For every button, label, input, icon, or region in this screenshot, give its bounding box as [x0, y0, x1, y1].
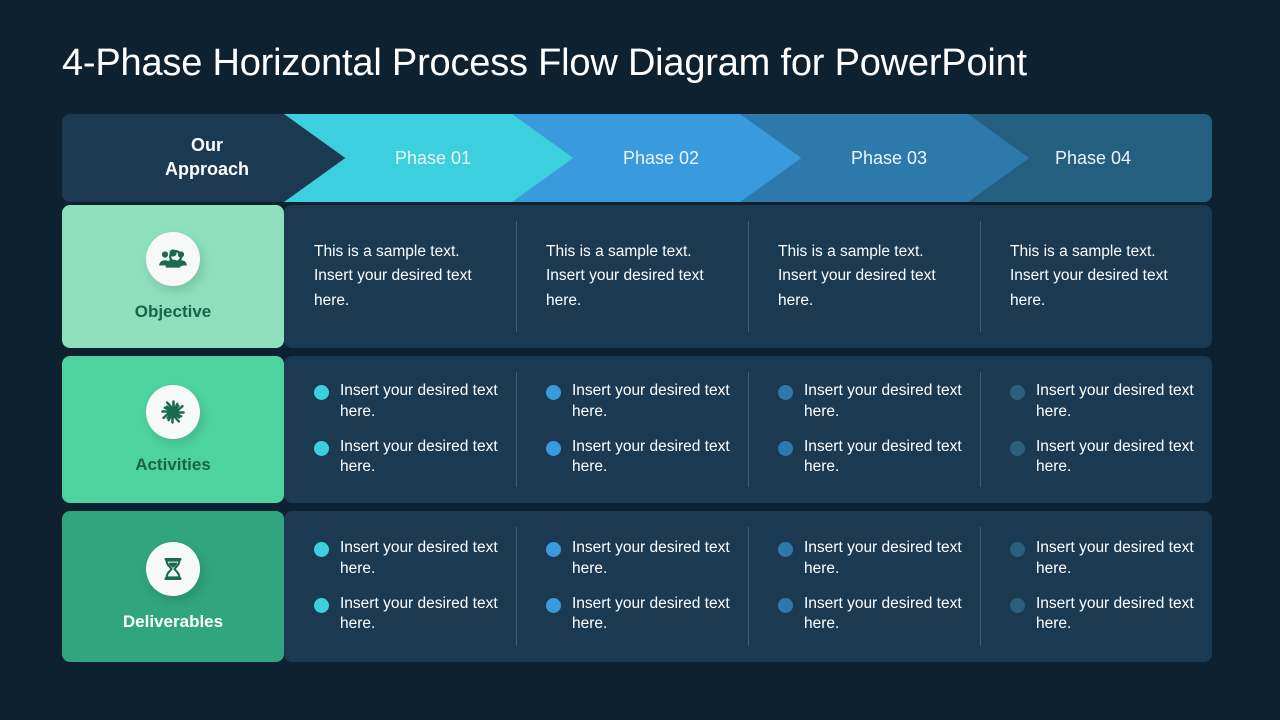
bullet-dot — [1010, 440, 1025, 456]
bullet-dot — [1010, 542, 1025, 558]
our-approach-line-2: Approach — [164, 159, 249, 179]
cell-text: This is a sample text. Insert your desir… — [546, 243, 704, 309]
category-label-objective: Objective — [134, 301, 212, 321]
list-item: Insert your desired text here. — [1010, 437, 1194, 478]
bullet-dot — [314, 385, 329, 401]
phase-label-2: Phase 02 — [622, 147, 700, 168]
cell-objective-phase-3: This is a sample text. Insert your desir… — [748, 205, 980, 348]
list-item: Insert your desired text here. — [546, 437, 730, 478]
phase-label-3: Phase 03 — [850, 147, 928, 168]
bullet-dot — [1010, 385, 1025, 401]
cell-activities-phase-2: Insert your desired text here. Insert yo… — [516, 356, 748, 503]
category-label-deliverables: Deliverables — [122, 611, 224, 631]
list-item: Insert your desired text here. — [1010, 538, 1194, 579]
content-panel-objective: This is a sample text. Insert your desir… — [284, 205, 1212, 348]
cell-text: This is a sample text. Insert your desir… — [314, 243, 472, 309]
bullet-dot — [546, 440, 561, 456]
bullet-dot — [778, 597, 793, 613]
list-item: Insert your desired text here. — [1010, 381, 1194, 422]
bullet-dot — [778, 440, 793, 456]
cell-deliverables-phase-3: Insert your desired text here. Insert yo… — [748, 511, 980, 662]
bullet-dot — [546, 597, 561, 613]
bullet-dot — [778, 542, 793, 558]
phase-label-1: Phase 01 — [394, 147, 472, 168]
cell-activities-phase-1: Insert your desired text here. Insert yo… — [284, 356, 516, 503]
content-panel-deliverables: Insert your desired text here. Insert yo… — [284, 511, 1212, 662]
list-item: Insert your desired text here. — [778, 381, 962, 422]
phase-label-4: Phase 04 — [1054, 147, 1132, 168]
bullet-text: Insert your desired text here. — [340, 539, 498, 577]
bullet-dot — [314, 440, 329, 456]
bullet-text: Insert your desired text here. — [340, 382, 498, 420]
our-approach-label: Our Approach — [165, 134, 249, 182]
list-item: Insert your desired text here. — [546, 381, 730, 422]
bullet-dot — [546, 385, 561, 401]
cell-deliverables-phase-1: Insert your desired text here. Insert yo… — [284, 511, 516, 662]
bullet-text: Insert your desired text here. — [340, 437, 498, 476]
list-item: Insert your desired text here. — [778, 594, 962, 635]
our-approach-line-1: Our — [190, 135, 223, 156]
category-label-activities: Activities — [135, 454, 211, 474]
category-tile-deliverables[interactable]: Deliverables — [62, 511, 284, 662]
audience-research-icon — [146, 231, 200, 286]
bullet-text: Insert your desired text here. — [572, 437, 730, 476]
bullet-text: Insert your desired text here. — [572, 539, 730, 577]
list-item: Insert your desired text here. — [546, 538, 730, 579]
row-deliverables: Deliverables Insert your desired text he… — [62, 511, 1212, 662]
cell-activities-phase-4: Insert your desired text here. Insert yo… — [980, 356, 1212, 503]
bullet-dot — [778, 385, 793, 401]
bullet-text: Insert your desired text here. — [340, 594, 498, 633]
bullet-dot — [314, 542, 329, 558]
list-item: Insert your desired text here. — [546, 594, 730, 635]
bullet-dot — [314, 597, 329, 613]
bullet-text: Insert your desired text here. — [804, 382, 962, 420]
category-tile-activities[interactable]: Activities — [62, 356, 284, 503]
cell-text: This is a sample text. Insert your desir… — [1010, 243, 1168, 309]
list-item: Insert your desired text here. — [314, 381, 498, 422]
row-activities: Activities Insert your desired text here… — [62, 356, 1212, 503]
bullet-text: Insert your desired text here. — [1036, 539, 1194, 577]
cell-objective-phase-2: This is a sample text. Insert your desir… — [516, 205, 748, 348]
phase-header-strip: Our Approach Phase 01 Phase 02 Phase 03 … — [62, 114, 1212, 202]
bullet-text: Insert your desired text here. — [572, 382, 730, 420]
list-item: Insert your desired text here. — [1010, 594, 1194, 635]
bullet-text: Insert your desired text here. — [1036, 382, 1194, 420]
bullet-text: Insert your desired text here. — [1036, 594, 1194, 633]
bullet-dot — [1010, 597, 1025, 613]
bullet-text: Insert your desired text here. — [804, 594, 962, 633]
page-title: 4-Phase Horizontal Process Flow Diagram … — [62, 42, 1027, 84]
bullet-dot — [546, 542, 561, 558]
list-item: Insert your desired text here. — [314, 538, 498, 579]
category-tile-objective[interactable]: Objective — [62, 205, 284, 348]
cell-deliverables-phase-4: Insert your desired text here. Insert yo… — [980, 511, 1212, 662]
bullet-text: Insert your desired text here. — [804, 437, 962, 476]
list-item: Insert your desired text here. — [314, 594, 498, 635]
list-item: Insert your desired text here. — [314, 437, 498, 478]
bullet-text: Insert your desired text here. — [1036, 437, 1194, 476]
bullet-text: Insert your desired text here. — [572, 594, 730, 633]
bullet-text: Insert your desired text here. — [804, 539, 962, 577]
cell-deliverables-phase-2: Insert your desired text here. Insert yo… — [516, 511, 748, 662]
cell-text: This is a sample text. Insert your desir… — [778, 243, 936, 309]
cell-activities-phase-3: Insert your desired text here. Insert yo… — [748, 356, 980, 503]
row-objective: Objective This is a sample text. Insert … — [62, 205, 1212, 348]
list-item: Insert your desired text here. — [778, 437, 962, 478]
cell-objective-phase-4: This is a sample text. Insert your desir… — [980, 205, 1212, 348]
cell-objective-phase-1: This is a sample text. Insert your desir… — [284, 205, 516, 348]
teamwork-hands-icon — [146, 384, 200, 439]
hourglass-icon — [146, 541, 200, 596]
content-panel-activities: Insert your desired text here. Insert yo… — [284, 356, 1212, 503]
list-item: Insert your desired text here. — [778, 538, 962, 579]
